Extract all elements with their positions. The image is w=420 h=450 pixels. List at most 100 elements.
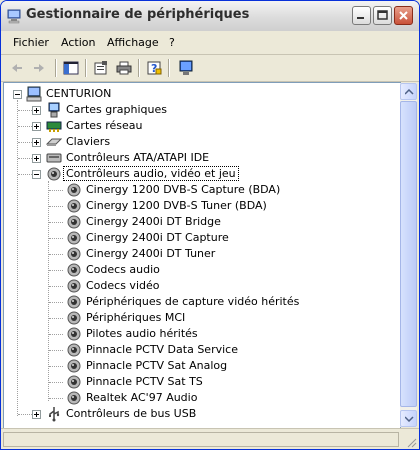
- show-hide-tree-button[interactable]: [61, 59, 81, 77]
- minimize-icon: [357, 17, 364, 19]
- speaker-icon: [67, 183, 81, 197]
- device-item-label: Codecs audio: [86, 263, 160, 276]
- scroll-down-button[interactable]: [400, 410, 417, 427]
- menu-bar: Fichier Action Affichage ?: [1, 32, 419, 55]
- expand-toggle[interactable]: [32, 154, 41, 163]
- toolbar-separator: [85, 59, 87, 77]
- device-manager-icon: [7, 9, 21, 24]
- toolbar-separator: [138, 59, 140, 77]
- scroll-up-button[interactable]: [400, 83, 417, 100]
- menu-affichage[interactable]: Affichage: [107, 36, 159, 49]
- tree-category[interactable]: Cartes réseau: [4, 118, 398, 134]
- device-item[interactable]: Realtek AC'97 Audio: [4, 390, 398, 406]
- toolbar: ?: [1, 56, 419, 82]
- device-item[interactable]: Pilotes audio hérités: [4, 326, 398, 342]
- speaker-icon: [67, 215, 81, 229]
- properties-button[interactable]: [91, 59, 111, 77]
- menu-help[interactable]: ?: [169, 36, 175, 49]
- menu-action[interactable]: Action: [61, 36, 95, 49]
- network-adapter-icon: [46, 121, 62, 132]
- minimize-button[interactable]: [352, 6, 371, 25]
- device-item[interactable]: Pinnacle PCTV Data Service: [4, 342, 398, 358]
- collapse-toggle[interactable]: [13, 90, 22, 99]
- back-button[interactable]: [7, 59, 27, 77]
- close-button[interactable]: [394, 6, 413, 25]
- window-title: Gestionnaire de périphériques: [26, 7, 250, 22]
- status-pane: [3, 432, 399, 447]
- device-item-label: Périphériques MCI: [86, 311, 186, 324]
- tree-root-label: CENTURION: [46, 87, 112, 100]
- computer-icon: [26, 86, 42, 102]
- device-manager-window: Gestionnaire de périphériques Fichier Ac…: [0, 0, 420, 450]
- device-item-label: Pilotes audio hérités: [86, 327, 198, 340]
- device-item-label: Cinergy 2400i DT Tuner: [86, 247, 216, 260]
- speaker-icon: [67, 327, 81, 341]
- device-item[interactable]: Cinergy 1200 DVB-S Tuner (BDA): [4, 198, 398, 214]
- device-item[interactable]: Cinergy 1200 DVB-S Capture (BDA): [4, 182, 398, 198]
- device-item-label: Cinergy 1200 DVB-S Tuner (BDA): [86, 199, 267, 212]
- tree-category-label: Contrôleurs audio, vidéo et jeu: [63, 166, 239, 181]
- scroll-thumb[interactable]: [400, 101, 417, 407]
- speaker-icon: [67, 199, 81, 213]
- device-item-label: Cinergy 2400i DT Capture: [86, 231, 229, 244]
- tree-category[interactable]: Claviers: [4, 134, 398, 150]
- device-item[interactable]: Cinergy 2400i DT Bridge: [4, 214, 398, 230]
- device-item-label: Codecs vidéo: [86, 279, 160, 292]
- expand-toggle[interactable]: [32, 122, 41, 131]
- device-item[interactable]: Périphériques MCI: [4, 310, 398, 326]
- speaker-icon: [67, 263, 81, 277]
- title-bar[interactable]: Gestionnaire de périphériques: [1, 1, 419, 31]
- help-icon: ?: [147, 61, 162, 75]
- tree-category[interactable]: Cartes graphiques: [4, 102, 398, 118]
- help-button[interactable]: ?: [144, 59, 164, 77]
- expand-toggle[interactable]: [32, 410, 41, 419]
- speaker-icon: [67, 359, 81, 373]
- device-item[interactable]: Pinnacle PCTV Sat TS: [4, 374, 398, 390]
- tree-category-label: Contrôleurs de bus USB: [66, 407, 197, 420]
- device-tree[interactable]: CENTURION Cartes graphiques Cartes résea…: [3, 82, 401, 429]
- device-item[interactable]: Périphériques de capture vidéo hérités: [4, 294, 398, 310]
- tree-category[interactable]: Contrôleurs audio, vidéo et jeu: [4, 166, 398, 182]
- vertical-scrollbar[interactable]: [400, 83, 417, 427]
- usb-icon: [49, 407, 60, 422]
- forward-icon: [34, 64, 44, 72]
- speaker-icon: [47, 167, 61, 181]
- device-item[interactable]: Cinergy 2400i DT Tuner: [4, 246, 398, 262]
- speaker-icon: [67, 295, 81, 309]
- speaker-icon: [67, 343, 81, 357]
- print-button[interactable]: [114, 59, 134, 77]
- toolbar-separator: [168, 59, 170, 77]
- resize-grip-icon[interactable]: [405, 436, 417, 448]
- display-adapter-icon: [48, 102, 60, 118]
- maximize-button[interactable]: [373, 6, 392, 25]
- device-item-label: Pinnacle PCTV Data Service: [86, 343, 238, 356]
- device-item[interactable]: Cinergy 2400i DT Capture: [4, 230, 398, 246]
- device-item-label: Realtek AC'97 Audio: [86, 391, 198, 404]
- menu-fichier[interactable]: Fichier: [13, 36, 49, 49]
- speaker-icon: [67, 247, 81, 261]
- speaker-icon: [67, 279, 81, 293]
- speaker-icon: [67, 391, 81, 405]
- chevron-down-icon: [405, 416, 414, 422]
- status-bar: [1, 428, 419, 449]
- scan-hardware-button[interactable]: [176, 59, 196, 77]
- toolbar-separator: [55, 59, 57, 77]
- tree-category[interactable]: Contrôleurs ATA/ATAPI IDE: [4, 150, 398, 166]
- device-item-label: Pinnacle PCTV Sat TS: [86, 375, 203, 388]
- display-icon: [179, 60, 193, 75]
- close-icon: [399, 11, 408, 20]
- collapse-toggle[interactable]: [32, 170, 41, 179]
- properties-icon: [94, 61, 107, 75]
- tree-root[interactable]: CENTURION: [4, 86, 398, 102]
- speaker-icon: [67, 231, 81, 245]
- device-item-label: Périphériques de capture vidéo hérités: [86, 295, 300, 308]
- expand-toggle[interactable]: [32, 138, 41, 147]
- device-item[interactable]: Codecs vidéo: [4, 278, 398, 294]
- device-item[interactable]: Pinnacle PCTV Sat Analog: [4, 358, 398, 374]
- device-item[interactable]: Codecs audio: [4, 262, 398, 278]
- tree-category-label: Cartes réseau: [66, 119, 143, 132]
- device-item-label: Cinergy 1200 DVB-S Capture (BDA): [86, 183, 281, 196]
- tree-category[interactable]: Contrôleurs de bus USB: [4, 406, 398, 422]
- expand-toggle[interactable]: [32, 106, 41, 115]
- forward-button[interactable]: [29, 59, 49, 77]
